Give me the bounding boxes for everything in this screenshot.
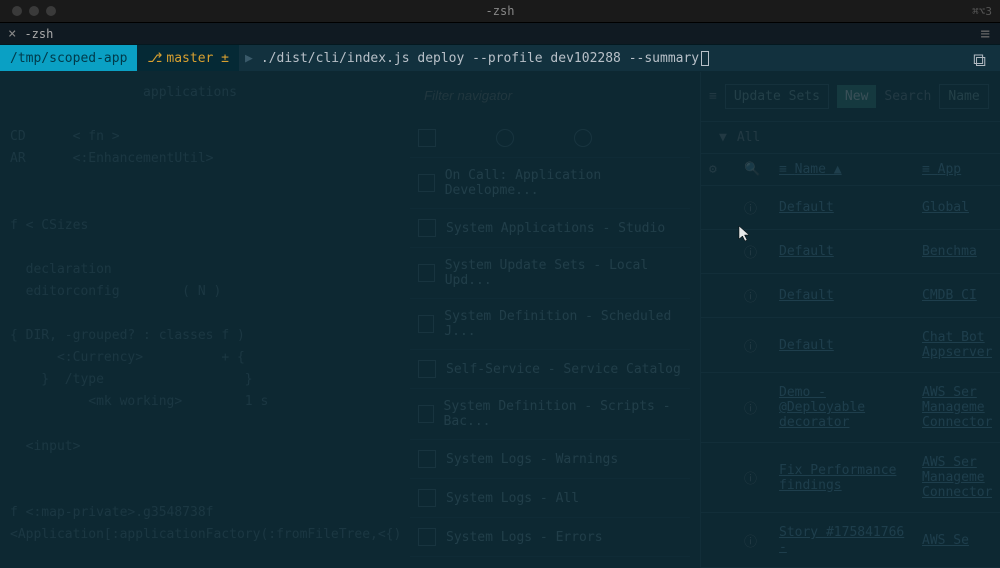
terminal-cursor	[701, 51, 709, 66]
prompt-arrow-icon: ▶	[239, 51, 259, 66]
hamburger-icon[interactable]: ≡	[709, 89, 717, 104]
column-app[interactable]: ≡ App	[922, 162, 992, 177]
star-icon	[418, 315, 434, 333]
window-titlebar: -zsh ⌘⌥3	[0, 0, 1000, 23]
list-row[interactable]: ⓘ Demo - @Deployable decorator AWS Ser M…	[701, 373, 1000, 443]
window-title: -zsh	[486, 4, 515, 18]
terminal-command: ./dist/cli/index.js deploy --profile dev…	[259, 51, 699, 66]
traffic-lights	[0, 6, 56, 16]
row-name[interactable]: Default	[779, 244, 907, 259]
gear-icon[interactable]: ⚙	[709, 162, 729, 177]
nav-item[interactable]: System Applications - Studio	[410, 209, 690, 248]
row-app[interactable]: AWS Se	[922, 533, 992, 548]
star-icon	[418, 360, 436, 378]
info-icon[interactable]: ⓘ	[744, 336, 764, 355]
list-panel: ≡ Update Sets New Search Name ▼ All ⚙ 🔍 …	[700, 72, 1000, 568]
new-button[interactable]: New	[837, 85, 876, 108]
row-app[interactable]: Benchma	[922, 244, 992, 259]
row-app[interactable]: CMDB CI	[922, 288, 992, 303]
row-name[interactable]: Story #175841766 -	[779, 525, 907, 555]
list-row[interactable]: ⓘ Default CMDB CI	[701, 274, 1000, 318]
nav-item[interactable]: System Logs - Errors	[410, 518, 690, 557]
tab-title[interactable]: -zsh	[24, 27, 53, 41]
nav-item[interactable]: System Update Sets - Local Upd...	[410, 248, 690, 299]
filter-row: ▼ All	[701, 122, 1000, 154]
titlebar-shortcut: ⌘⌥3	[972, 5, 992, 18]
mouse-cursor-icon	[738, 225, 752, 247]
filter-all[interactable]: All	[737, 130, 760, 145]
info-icon[interactable]: ⓘ	[744, 198, 764, 217]
list-row[interactable]: ⓘ Story #175841766 - AWS Se	[701, 513, 1000, 568]
star-icon	[418, 174, 435, 192]
row-name[interactable]: Default	[779, 338, 907, 353]
dimmed-background: applications CD < fn > AR <:EnhancementU…	[0, 72, 1000, 568]
star-icon	[418, 528, 436, 546]
star-icon	[418, 450, 436, 468]
code-text: applications CD < fn > AR <:EnhancementU…	[10, 82, 390, 546]
row-app[interactable]: Chat Bot Appserver	[922, 330, 992, 360]
git-branch-icon: ⎇	[147, 51, 162, 66]
list-row[interactable]: ⓘ Default Chat Bot Appserver	[701, 318, 1000, 373]
row-name[interactable]: Demo - @Deployable decorator	[779, 385, 907, 430]
funnel-icon[interactable]: ▼	[709, 130, 737, 145]
row-name[interactable]: Fix Performance findings	[779, 463, 907, 493]
star-icon	[418, 219, 436, 237]
star-icon	[418, 489, 436, 507]
nav-item[interactable]: System Definition - Scripts - Bac...	[410, 389, 690, 440]
search-name-select[interactable]: Name	[939, 84, 988, 109]
nav-item[interactable]: Self-Service - Service Catalog	[410, 350, 690, 389]
branch-name: master ±	[166, 51, 229, 66]
prompt-path: /tmp/scoped-app	[0, 45, 137, 71]
star-icon	[418, 264, 435, 282]
info-icon[interactable]: ⓘ	[744, 286, 764, 305]
maximize-window-button[interactable]	[46, 6, 56, 16]
row-app[interactable]: AWS Ser Manageme Connector	[922, 455, 992, 500]
dimmed-code-panel: applications CD < fn > AR <:EnhancementU…	[0, 72, 400, 556]
hamburger-icon[interactable]: ≡	[980, 24, 1000, 43]
info-icon[interactable]: ⓘ	[744, 468, 764, 487]
nav-item[interactable]: On Call: Application Developme...	[410, 158, 690, 209]
tab-close-icon[interactable]: ×	[0, 26, 24, 42]
nav-item[interactable]: System Definition - Scheduled J...	[410, 299, 690, 350]
list-header: ⚙ 🔍 ≡ Name ▲ ≡ App	[701, 154, 1000, 186]
nav-item[interactable]: System Logs - Warnings	[410, 440, 690, 479]
list-row[interactable]: ⓘ Default Global	[701, 186, 1000, 230]
search-icon[interactable]: 🔍	[744, 162, 764, 177]
external-link-icon[interactable]: ⧉	[973, 50, 986, 71]
nav-tool-icon[interactable]	[418, 129, 436, 147]
column-name[interactable]: ≡ Name ▲	[779, 162, 907, 177]
row-name[interactable]: Default	[779, 288, 907, 303]
list-row[interactable]: ⓘ Fix Performance findings AWS Ser Manag…	[701, 443, 1000, 513]
search-label: Search	[884, 89, 931, 104]
prompt-git-branch: ⎇ master ±	[137, 45, 239, 71]
update-sets-label[interactable]: Update Sets	[725, 84, 829, 109]
terminal-prompt-line[interactable]: /tmp/scoped-app ⎇ master ± ▶ ./dist/cli/…	[0, 45, 1000, 71]
star-icon	[418, 405, 434, 423]
nav-tool-icon[interactable]	[574, 129, 592, 147]
minimize-window-button[interactable]	[29, 6, 39, 16]
info-icon[interactable]: ⓘ	[744, 398, 764, 417]
row-name[interactable]: Default	[779, 200, 907, 215]
row-app[interactable]: Global	[922, 200, 992, 215]
nav-toolbar	[410, 119, 690, 158]
navigator-search	[410, 72, 690, 119]
info-icon[interactable]: ⓘ	[744, 531, 764, 550]
navigator-panel: On Call: Application Developme... System…	[410, 72, 690, 557]
nav-item[interactable]: System Logs - All	[410, 479, 690, 518]
nav-tool-icon[interactable]	[496, 129, 514, 147]
close-window-button[interactable]	[12, 6, 22, 16]
tab-bar: × -zsh ≡	[0, 23, 1000, 45]
row-app[interactable]: AWS Ser Manageme Connector	[922, 385, 992, 430]
list-toolbar: ≡ Update Sets New Search Name	[701, 72, 1000, 122]
filter-navigator-input[interactable]	[418, 82, 598, 109]
